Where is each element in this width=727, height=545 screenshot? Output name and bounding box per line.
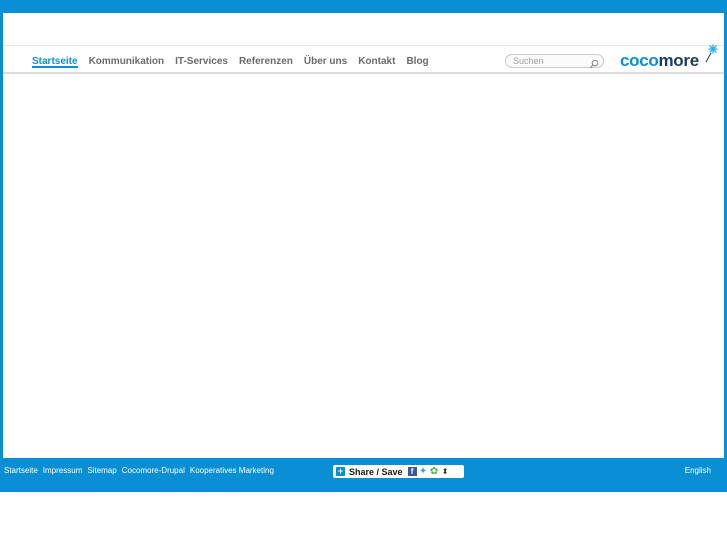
footer-links: Startseite Impressum Sitemap Cocomore-Dr… [4, 466, 279, 475]
footer-link-kooperatives-marketing[interactable]: Kooperatives Marketing [190, 466, 274, 475]
search-input[interactable] [513, 55, 583, 67]
nav-item-blog[interactable]: Blog [406, 51, 428, 68]
footer-link-cocomore-drupal[interactable]: Cocomore-Drupal [122, 466, 185, 475]
share-save-button[interactable]: + Share / Save f ✦ ✿ ⬍ [333, 465, 464, 478]
search-box [505, 54, 604, 69]
footer-link-startseite[interactable]: Startseite [4, 466, 38, 475]
cocomore-logo[interactable]: cocomore [620, 44, 720, 72]
search-icon[interactable] [589, 56, 599, 69]
page-frame: Startseite Kommunikation IT-Services Ref… [0, 0, 727, 492]
footer-link-impressum[interactable]: Impressum [43, 466, 83, 475]
nav-item-startseite[interactable]: Startseite [32, 51, 78, 68]
nav-item-kommunikation[interactable]: Kommunikation [89, 51, 165, 68]
logo-wordmark: cocomore [620, 51, 699, 71]
share-plus-icon: + [336, 466, 345, 476]
footer-bar: Startseite Impressum Sitemap Cocomore-Dr… [0, 462, 727, 480]
main-nav: Startseite Kommunikation IT-Services Ref… [32, 51, 440, 73]
header-divider [3, 45, 724, 46]
nav-item-kontakt[interactable]: Kontakt [358, 51, 395, 68]
twitter-icon: ✦ [418, 466, 428, 477]
share-save-label: Share / Save [349, 466, 403, 477]
facebook-icon: f [407, 467, 417, 476]
more-services-icon: ⬍ [441, 467, 449, 476]
language-link-english[interactable]: English [685, 466, 711, 475]
logo-part-coco: coco [620, 51, 659, 70]
logo-part-more: more [658, 51, 699, 70]
footer-link-sitemap[interactable]: Sitemap [87, 466, 116, 475]
logo-star-icon [704, 44, 718, 64]
nav-item-it-services[interactable]: IT-Services [175, 51, 228, 68]
share-service-icon: ✿ [429, 466, 439, 477]
main-content: Startseite Kommunikation IT-Services Ref… [3, 13, 724, 458]
nav-item-referenzen[interactable]: Referenzen [239, 51, 293, 68]
nav-underline [3, 72, 724, 74]
nav-item-ueber-uns[interactable]: Über uns [304, 51, 347, 68]
